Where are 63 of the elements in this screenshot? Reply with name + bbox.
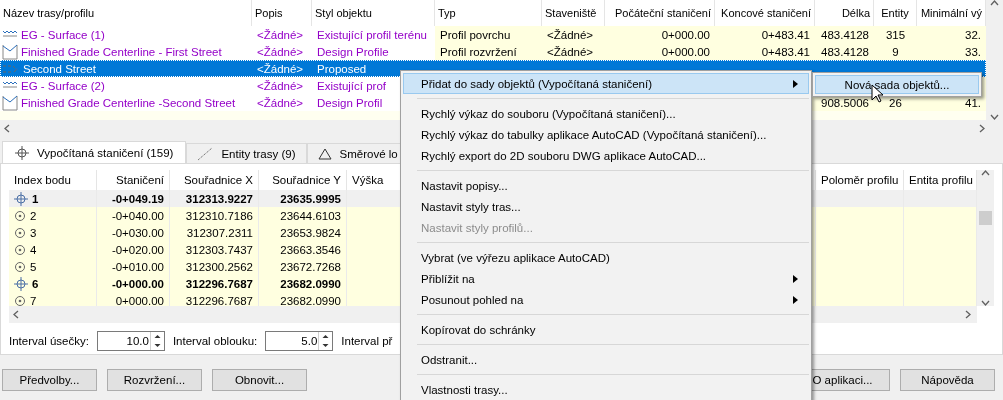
table-cell: 315	[885, 28, 906, 41]
table-cell: -0+020.00	[111, 243, 164, 256]
table-cell: 23653.9824	[280, 226, 341, 239]
table-cell: 4	[30, 243, 37, 256]
table-cell: Profil povrchu	[440, 28, 511, 41]
table-cell: 0+000.00	[115, 294, 164, 306]
table-cell: 0+483.41	[761, 28, 810, 41]
table-cell: -0+000.00	[111, 277, 164, 290]
table-cell: Finished Grade Centerline -Second Street	[21, 96, 236, 109]
table-cell: 312303.7437	[185, 243, 253, 256]
table-cell: Finished Grade Centerline - First Street	[21, 45, 222, 58]
table-cell: Design Profil	[317, 96, 383, 109]
table-cell: 23672.7268	[280, 260, 341, 273]
table-cell: <Žádné>	[257, 45, 304, 58]
table-cell: 6	[32, 277, 39, 290]
table-cell: 7	[30, 294, 37, 306]
table-cell: 23644.6103	[280, 209, 341, 222]
table-cell: 32.	[965, 28, 981, 41]
table-cell: 312313.9227	[185, 192, 253, 205]
table-cell: 1	[32, 192, 39, 205]
table-cell: 312310.7186	[185, 209, 253, 222]
table-cell: 41.	[965, 96, 981, 109]
table-cell: 23635.9995	[280, 192, 341, 205]
table-cell: -0+049.19	[111, 192, 164, 205]
table-cell: 312300.2562	[185, 260, 253, 273]
table-cell: <Žádné>	[257, 28, 304, 41]
table-cell: 23663.3546	[280, 243, 341, 256]
table-cell: 2	[30, 209, 37, 222]
table-cell: 312296.7687	[185, 294, 253, 306]
table-cell: <Žádné>	[257, 96, 304, 109]
table-cell: 0+483.41	[761, 45, 810, 58]
table-cell: EG - Surface (1)	[21, 28, 105, 41]
table-cell: 483.4128	[821, 45, 869, 58]
table-cell: Second Street	[23, 62, 96, 75]
table-cell: Existující prof	[317, 79, 387, 92]
table-cell: Profil rozvržení	[440, 45, 517, 58]
table-cell: -0+040.00	[111, 209, 164, 222]
table-cell: <Žádné>	[547, 28, 594, 41]
table-cell: Proposed	[317, 62, 367, 75]
table-cell: 312296.7687	[185, 277, 253, 290]
table-cell: <Žádné>	[547, 45, 594, 58]
field-label: Interval oblouku:	[172, 335, 258, 347]
table-cell: 483.4128	[821, 28, 869, 41]
field-label: Interval př	[341, 335, 393, 347]
table-cell: Design Profile	[317, 45, 389, 58]
table-cell: <Žádné>	[257, 62, 304, 75]
field-label: Interval úsečky:	[9, 335, 89, 347]
table-cell: 23682.0990	[280, 277, 341, 290]
table-cell: 0+000.00	[661, 45, 710, 58]
table-cell: -0+010.00	[111, 260, 164, 273]
table-cell: 312307.2311	[186, 226, 253, 239]
table-cell: -0+030.00	[111, 226, 164, 239]
table-cell: 33.	[965, 45, 981, 58]
table-cell: 23682.0990	[280, 294, 341, 306]
table-cell: 5	[30, 260, 37, 273]
table-cell: 3	[30, 226, 37, 239]
table-cell: 908.5006	[821, 96, 869, 109]
table-cell: 9	[892, 45, 899, 58]
table-cell: 0+000.00	[661, 28, 710, 41]
table-cell: Existující profil terénu	[317, 28, 427, 41]
table-cell: <Žádné>	[257, 79, 304, 92]
table-cell: EG - Surface (2)	[21, 79, 105, 92]
table-cell: 26	[889, 96, 902, 109]
